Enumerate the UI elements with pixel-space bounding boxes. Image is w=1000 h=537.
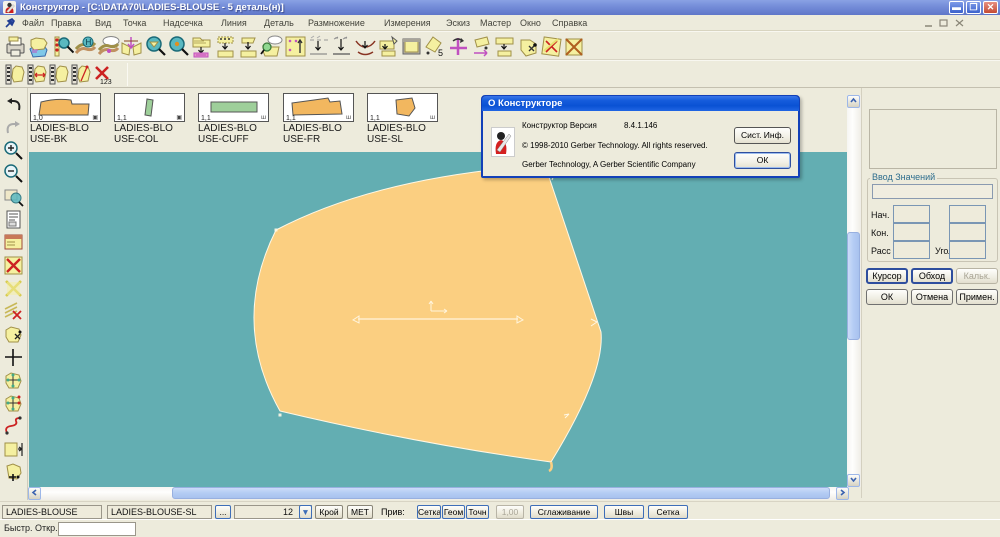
svg-text:H: H: [86, 38, 92, 47]
svg-text:123: 123: [100, 79, 112, 86]
svg-text:5: 5: [438, 48, 443, 58]
